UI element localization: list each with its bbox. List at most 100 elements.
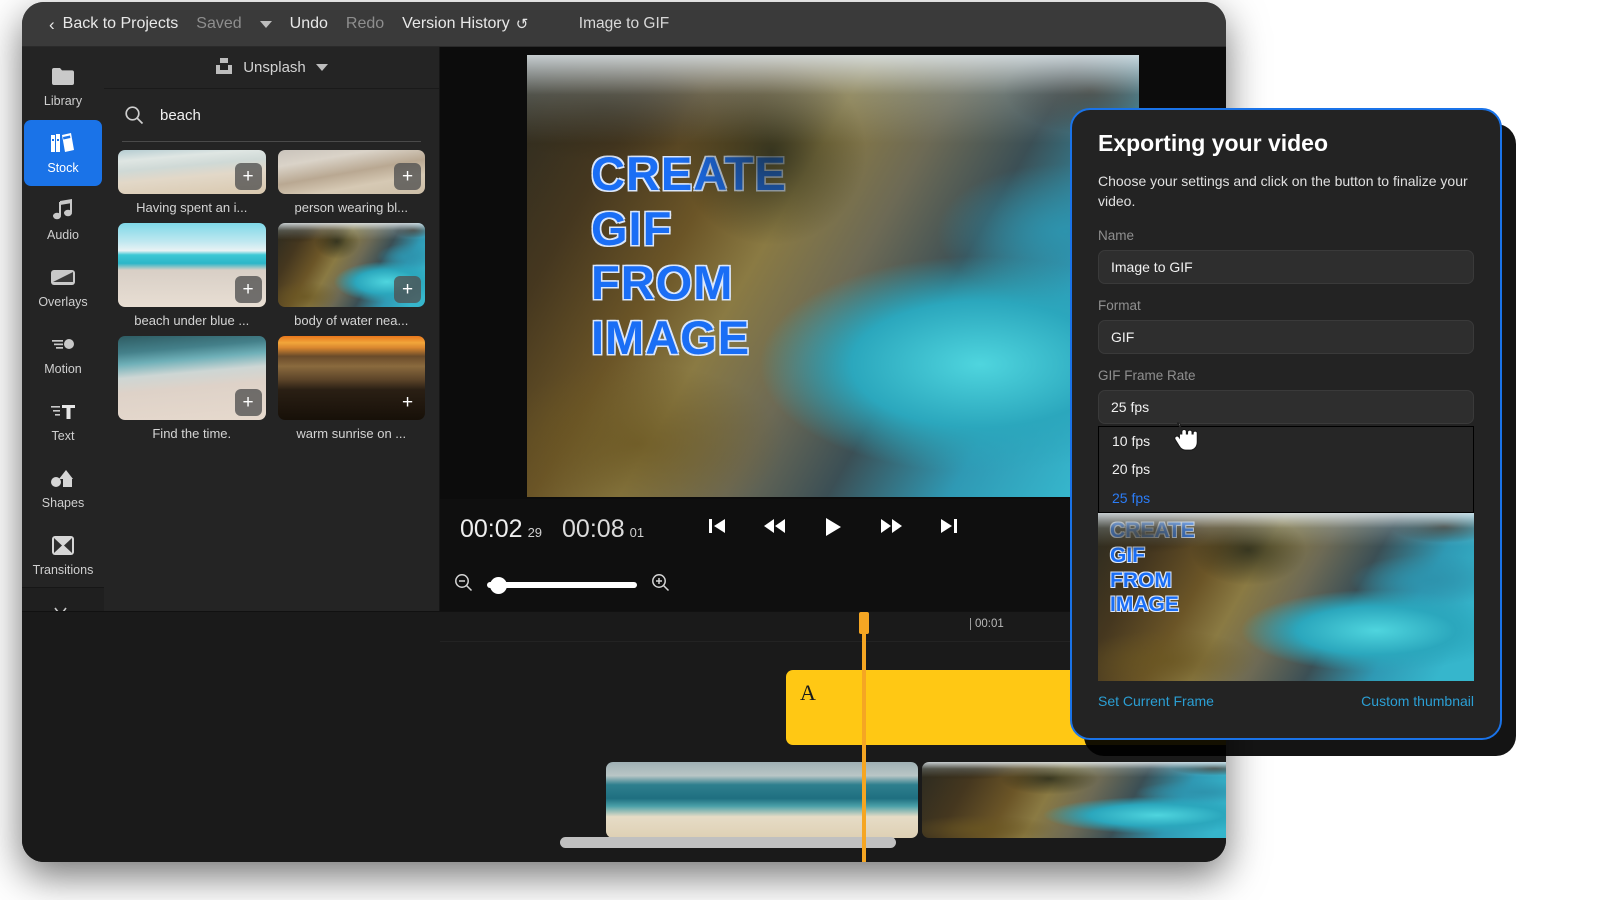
total-timecode: 00:08 01 (562, 515, 644, 544)
redo-label: Redo (346, 15, 384, 33)
current-time-label: 00:02 (460, 515, 523, 544)
play-icon[interactable] (823, 516, 843, 543)
add-to-timeline-button[interactable]: + (394, 389, 421, 416)
add-to-timeline-button[interactable]: + (235, 389, 262, 416)
stock-search-row[interactable] (104, 89, 439, 141)
back-to-projects-label: Back to Projects (63, 15, 179, 33)
frame-rate-select[interactable]: 25 fps (1098, 390, 1474, 424)
frame-rate-option-selected[interactable]: 25 fps (1099, 484, 1473, 513)
zoom-slider[interactable] (487, 582, 637, 588)
sidebar-item-text[interactable]: Text (24, 388, 102, 454)
chevron-down-icon (316, 64, 328, 71)
redo-button[interactable]: Redo (337, 11, 393, 37)
stock-result-item[interactable]: + beach under blue ... (118, 223, 266, 328)
stock-result-item[interactable]: + person wearing bl... (278, 150, 426, 215)
name-field[interactable]: Image to GIF (1098, 250, 1474, 284)
playhead[interactable] (862, 612, 866, 862)
frame-rate-dropdown-menu[interactable]: 10 fps 20 fps 25 fps (1098, 426, 1474, 514)
shapes-icon (50, 466, 76, 490)
sidebar-item-stock[interactable]: Stock (24, 120, 102, 186)
stock-result-label: body of water nea... (278, 313, 426, 328)
sidebar-item-label: Text (52, 429, 75, 443)
sidebar-item-label: Stock (47, 161, 78, 175)
sidebar-item-shapes[interactable]: Shapes (24, 455, 102, 521)
filmstrip-clip[interactable] (606, 762, 918, 838)
playhead-handle[interactable] (859, 612, 869, 634)
back-to-projects-button[interactable]: ‹ Back to Projects (40, 11, 187, 37)
frame-rate-field-label: GIF Frame Rate (1098, 368, 1474, 383)
editor-window: ‹ Back to Projects Saved Undo Redo Versi… (22, 2, 1226, 862)
dialog-thumbnail-actions: Set Current Frame Custom thumbnail (1098, 693, 1474, 709)
stock-result-item[interactable]: + Find the time. (118, 336, 266, 441)
set-current-frame-link[interactable]: Set Current Frame (1098, 693, 1214, 709)
saved-label: Saved (196, 15, 241, 33)
skip-to-end-icon[interactable] (939, 516, 959, 543)
stock-result-label: Having spent an i... (118, 200, 266, 215)
stock-result-label: warm sunrise on ... (278, 426, 426, 441)
format-select[interactable]: GIF (1098, 320, 1474, 354)
add-to-timeline-button[interactable]: + (394, 276, 421, 303)
current-timecode: 00:02 29 (460, 515, 542, 544)
sidebar-item-transitions[interactable]: Transitions (24, 522, 102, 588)
rewind-icon[interactable] (763, 516, 787, 543)
text-clip-label: A (800, 680, 816, 705)
motion-icon (50, 332, 76, 356)
sidebar-item-label: Transitions (33, 563, 94, 577)
format-field-label: Format (1098, 298, 1474, 313)
zoom-out-icon[interactable] (454, 573, 473, 597)
filmstrip-clip[interactable] (922, 762, 1226, 838)
export-dialog: Exporting your video Choose your setting… (1070, 108, 1502, 740)
timeline-filmstrip-track[interactable] (606, 762, 1226, 838)
version-history-button[interactable]: Version History ↺ (393, 11, 537, 37)
editor-body: Library Stock (22, 47, 1226, 862)
stock-result-item[interactable]: + Having spent an i... (118, 150, 266, 215)
search-icon (124, 105, 144, 125)
frame-rate-option[interactable]: 10 fps (1099, 427, 1473, 456)
add-to-timeline-button[interactable]: + (235, 276, 262, 303)
add-to-timeline-button[interactable]: + (235, 163, 262, 190)
export-thumbnail-preview[interactable]: CREATE GIF FROM IMAGE (1098, 513, 1474, 681)
sidebar-item-audio[interactable]: Audio (24, 187, 102, 253)
sidebar-item-label: Audio (47, 228, 79, 242)
stock-thumbnail[interactable]: + (278, 336, 426, 420)
ruler-tick: 00:01 (975, 618, 1004, 630)
stock-thumbnail[interactable]: + (278, 223, 426, 307)
add-to-timeline-button[interactable]: + (394, 163, 421, 190)
name-field-label: Name (1098, 228, 1474, 243)
chevron-down-icon (260, 21, 272, 28)
sidebar-item-label: Shapes (42, 496, 84, 510)
undo-label: Undo (290, 15, 328, 33)
top-toolbar: ‹ Back to Projects Saved Undo Redo Versi… (22, 2, 1226, 47)
total-time-label: 00:08 (562, 515, 625, 544)
sidebar-item-overlays[interactable]: Overlays (24, 254, 102, 320)
music-note-icon (50, 198, 76, 222)
fast-forward-icon[interactable] (879, 516, 903, 543)
zoom-in-icon[interactable] (651, 573, 670, 597)
stock-source-selector[interactable]: Unsplash (104, 47, 439, 89)
stock-result-item[interactable]: + warm sunrise on ... (278, 336, 426, 441)
chevron-left-icon: ‹ (49, 16, 55, 33)
search-input[interactable] (160, 107, 419, 124)
folder-icon (50, 64, 76, 88)
sidebar-item-label: Motion (44, 362, 82, 376)
undo-button[interactable]: Undo (281, 11, 337, 37)
stock-thumbnail[interactable]: + (118, 150, 266, 194)
stock-result-item[interactable]: + body of water nea... (278, 223, 426, 328)
history-clock-icon: ↺ (516, 15, 529, 33)
timeline-horizontal-scrollbar[interactable] (560, 837, 896, 848)
stock-thumbnail[interactable]: + (118, 336, 266, 420)
frame-rate-option[interactable]: 20 fps (1099, 455, 1473, 484)
mouse-cursor (1172, 421, 1198, 458)
stock-thumbnail[interactable]: + (278, 150, 426, 194)
skip-to-start-icon[interactable] (707, 516, 727, 543)
timeline[interactable]: 00:01 00:02 00:03 00:04 00:05 00:06 A (22, 611, 1226, 862)
saved-dropdown-button[interactable] (251, 17, 281, 32)
sidebar-item-library[interactable]: Library (24, 53, 102, 119)
custom-thumbnail-link[interactable]: Custom thumbnail (1361, 693, 1474, 709)
video-canvas[interactable]: CREATE GIF FROM IMAGE (527, 55, 1139, 497)
sidebar-item-motion[interactable]: Motion (24, 321, 102, 387)
name-field-value: Image to GIF (1111, 259, 1193, 275)
stock-thumbnail[interactable]: + (118, 223, 266, 307)
video-overlay-text: CREATE GIF FROM IMAGE (591, 147, 787, 365)
dialog-subtitle: Choose your settings and click on the bu… (1098, 171, 1474, 212)
